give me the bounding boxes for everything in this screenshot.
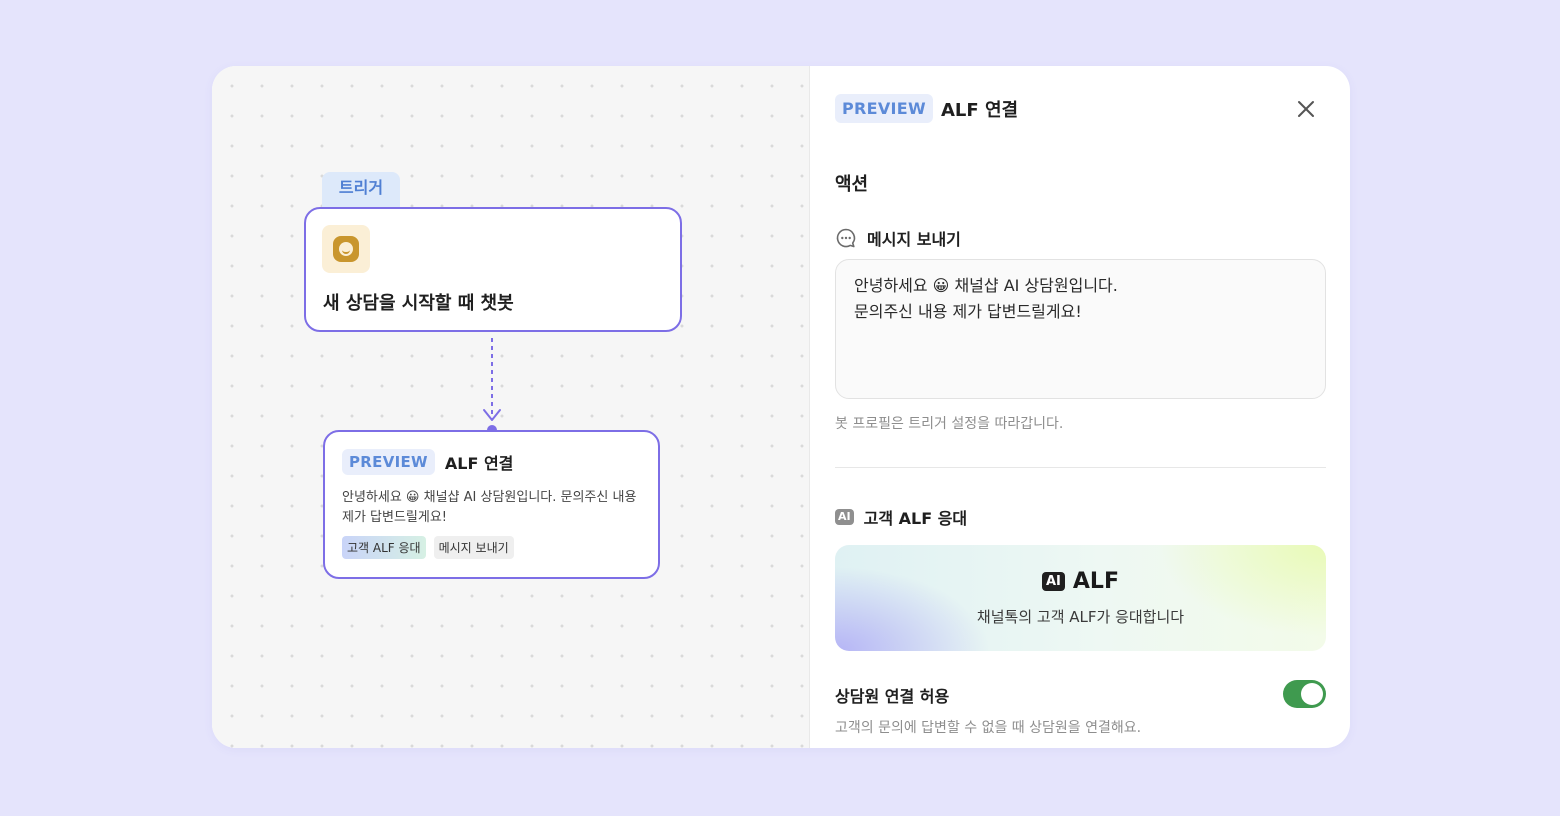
- preview-badge: PREVIEW: [835, 94, 933, 123]
- settings-panel: PREVIEW ALF 연결 액션 메시지 보내기 안녕하세요 😀 채널샵 AI…: [811, 66, 1350, 748]
- agent-connect-label: 상담원 연결 허용: [835, 687, 950, 706]
- panel-header: PREVIEW ALF 연결: [835, 94, 1018, 123]
- divider: [835, 467, 1326, 468]
- alf-banner: AI ALF 채널톡의 고객 ALF가 응대합니다: [835, 545, 1326, 651]
- message-section-label: 메시지 보내기: [867, 230, 961, 249]
- chatbot-face-icon: [322, 225, 370, 273]
- preview-badge: PREVIEW: [342, 449, 435, 475]
- alf-banner-title: ALF: [1072, 569, 1119, 594]
- message-line-2: 문의주신 내용 제가 답변드릴게요!: [854, 302, 1082, 321]
- chip-send-message: 메시지 보내기: [433, 536, 514, 559]
- close-icon[interactable]: [1296, 99, 1316, 119]
- flow-canvas[interactable]: 트리거 새 상담을 시작할 때 챗봇 PREVIEW ALF 연결 안녕하세요 …: [212, 66, 810, 748]
- message-section-header: 메시지 보내기: [835, 226, 961, 250]
- alf-section-label: 고객 ALF 응대: [863, 509, 968, 528]
- alf-node[interactable]: PREVIEW ALF 연결 안녕하세요 😀 채널샵 AI 상담원입니다. 문의…: [323, 430, 660, 579]
- message-textarea[interactable]: 안녕하세요 😀 채널샵 AI 상담원입니다. 문의주신 내용 제가 답변드릴게요…: [835, 259, 1326, 399]
- toggle-knob: [1301, 683, 1323, 705]
- panel-title: ALF 연결: [941, 99, 1019, 121]
- agent-connect-hint: 고객의 문의에 답변할 수 없을 때 상담원을 연결해요.: [835, 720, 1142, 736]
- alf-section-header: AI 고객 ALF 응대: [835, 505, 967, 529]
- connector-arrow: [483, 338, 501, 434]
- chip-alf-response: 고객 ALF 응대: [342, 536, 426, 559]
- alf-banner-description: 채널톡의 고객 ALF가 응대합니다: [976, 608, 1185, 626]
- bot-profile-hint: 봇 프로필은 트리거 설정을 따라갑니다.: [835, 416, 1064, 432]
- message-line-1: 안녕하세요 😀 채널샵 AI 상담원입니다.: [854, 276, 1118, 295]
- alf-node-message: 안녕하세요 😀 채널샵 AI 상담원입니다. 문의주신 내용 제가 답변드릴게요…: [342, 490, 637, 525]
- workflow-card: 트리거 새 상담을 시작할 때 챗봇 PREVIEW ALF 연결 안녕하세요 …: [212, 66, 1350, 748]
- ai-icon: AI: [835, 509, 854, 525]
- trigger-node[interactable]: 새 상담을 시작할 때 챗봇: [304, 207, 682, 332]
- trigger-title: 새 상담을 시작할 때 챗봇: [323, 293, 514, 314]
- agent-connect-toggle[interactable]: [1283, 680, 1326, 708]
- trigger-tag: 트리거: [322, 172, 400, 208]
- alf-node-title: ALF 연결: [444, 454, 514, 473]
- alf-logo-icon: AI: [1042, 572, 1065, 591]
- section-title-action: 액션: [835, 174, 869, 195]
- chat-bubble-icon: [836, 228, 856, 248]
